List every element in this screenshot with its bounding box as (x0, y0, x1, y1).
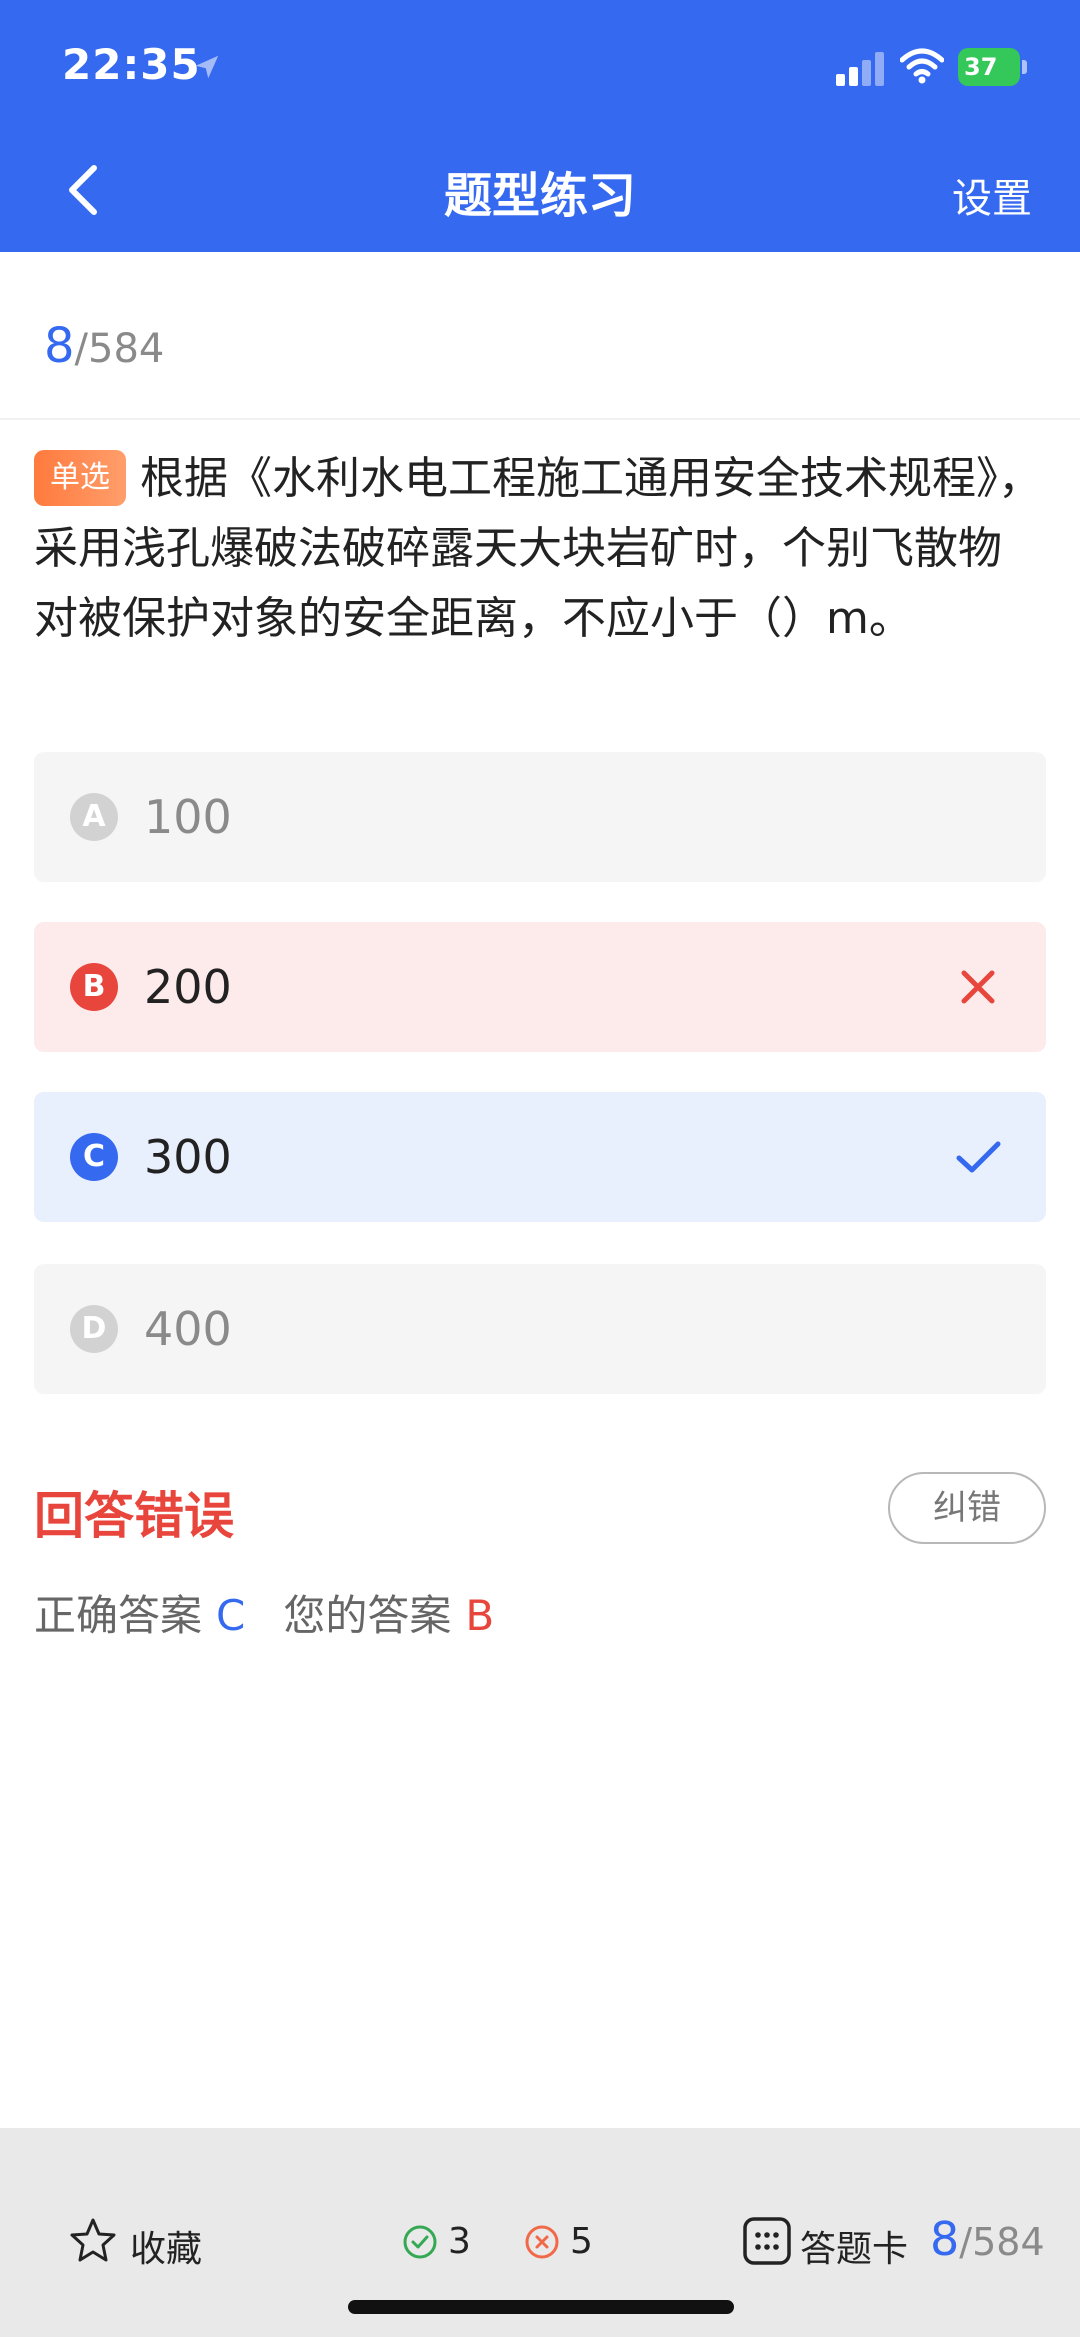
battery-level: 37 (958, 48, 1020, 86)
settings-button[interactable]: 设置 (952, 166, 1032, 224)
question-text: 根据《水利水电工程施工通用安全技术规程》，采用浅孔爆破法破碎露天大块岩矿时，个别… (34, 453, 1042, 644)
correct-count-value: 3 (448, 2221, 471, 2262)
your-answer-label: 您的答案 (283, 1591, 452, 1640)
divider (0, 418, 1080, 420)
question-type-badge: 单选 (34, 450, 126, 506)
location-arrow-icon (195, 55, 219, 79)
option-letter: C (70, 1133, 118, 1181)
report-error-button[interactable]: 纠错 (888, 1472, 1046, 1544)
home-indicator (348, 2300, 734, 2314)
grid-icon (743, 2217, 791, 2265)
practice-page: 22:35 37 题型练习 设置 8/584 单选 根据《水利水电工程施工通用安… (0, 0, 1080, 2337)
option-a[interactable]: A 100 (34, 752, 1046, 882)
option-letter: D (70, 1305, 118, 1353)
bottom-current-index: 8 (930, 2212, 960, 2266)
option-text: 400 (144, 1302, 232, 1356)
total-count: /584 (74, 326, 165, 372)
favorite-label: 收藏 (130, 2229, 203, 2270)
correct-answer-value: C (216, 1591, 246, 1640)
answer-card-label: 答题卡 (800, 2229, 909, 2270)
option-text: 100 (144, 790, 232, 844)
bottom-counter: 8/584 (930, 2212, 1045, 2266)
question-stem: 单选 根据《水利水电工程施工通用安全技术规程》，采用浅孔爆破法破碎露天大块岩矿时，… (34, 444, 1044, 654)
option-letter: A (70, 793, 118, 841)
answer-summary: 正确答案 C 您的答案 B (34, 1582, 494, 1643)
option-d[interactable]: D 400 (34, 1264, 1046, 1394)
result-title: 回答错误 (34, 1487, 234, 1545)
wrong-count-value: 5 (570, 2221, 593, 2262)
correct-answer-label: 正确答案 (34, 1591, 203, 1640)
wifi-icon (900, 48, 944, 84)
status-time: 22:35 (62, 40, 201, 89)
bottom-total-count: /584 (959, 2220, 1045, 2264)
current-index: 8 (44, 318, 75, 374)
option-letter: B (70, 963, 118, 1011)
option-text: 200 (144, 960, 232, 1014)
option-text: 300 (144, 1130, 232, 1184)
header: 22:35 37 题型练习 设置 (0, 0, 1080, 252)
cross-icon (961, 970, 995, 1004)
check-icon (956, 1141, 1001, 1173)
check-circle-icon (403, 2225, 437, 2259)
x-circle-icon (525, 2225, 559, 2259)
star-icon (70, 2218, 116, 2262)
signal-icon (836, 52, 884, 86)
battery-cap (1022, 60, 1027, 74)
option-c[interactable]: C 300 (34, 1092, 1046, 1222)
your-answer-value: B (465, 1591, 495, 1640)
battery-icon: 37 (958, 48, 1028, 86)
option-b[interactable]: B 200 (34, 922, 1046, 1052)
page-title: 题型练习 (443, 168, 636, 224)
question-counter: 8/584 (44, 318, 164, 374)
